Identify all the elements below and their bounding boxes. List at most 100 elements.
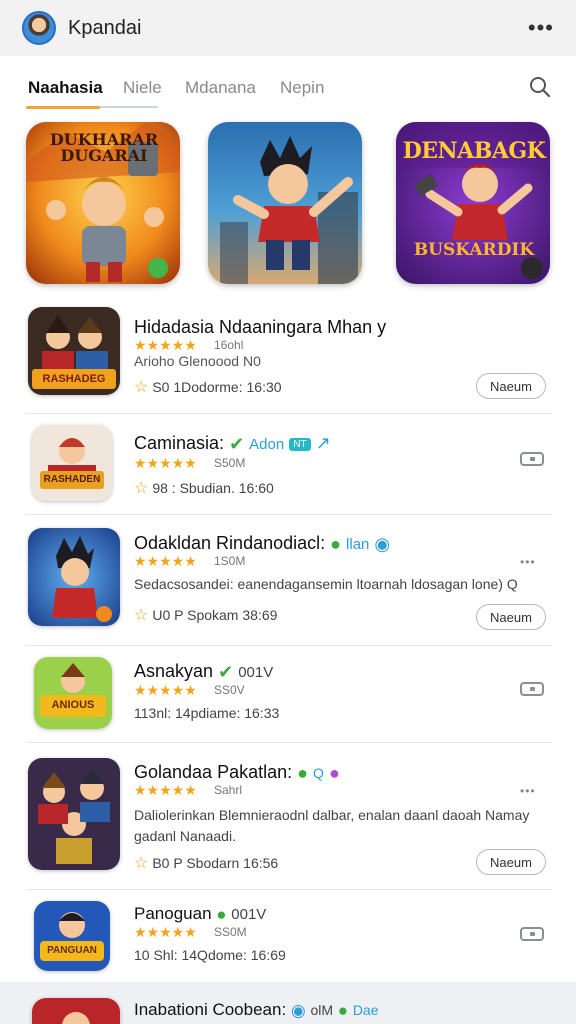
app-name: Caminasia: ✔ Adon NT ↗ — [134, 433, 331, 455]
list-item[interactable]: RASHADEN Caminasia: ✔ Adon NT ↗ ★★★★★ S5… — [0, 414, 576, 514]
tab-mdanana[interactable]: Mdanana — [185, 78, 256, 98]
featured-card-1-title: DUKHARAR DUGARAI — [49, 130, 159, 165]
tab-nepin[interactable]: Nepin — [280, 78, 324, 98]
app-subtitle: Arioho Glenoood N0 — [134, 353, 261, 369]
star-rating: ★★★★★ — [134, 553, 197, 569]
app-name: Golandaa Pakatlan: ● Q ● — [134, 762, 340, 784]
share-icon: ◉ — [374, 533, 391, 554]
app-meta: 10 Shl: 14Qdome: 16:69 — [134, 947, 286, 963]
app-tag: Adon — [249, 436, 285, 453]
app-meta: ☆ B0 P Sbodarn 16:56 — [134, 853, 278, 873]
expand-icon: ↗ — [315, 433, 331, 453]
verified-icon: ✔ — [229, 433, 245, 454]
app-tag-2: Dae — [352, 1002, 379, 1018]
featured-game-card-2[interactable] — [208, 122, 362, 284]
star-rating: ★★★★★ — [134, 337, 197, 353]
list-item[interactable]: PANGUAN Panoguan ● 001V ★★★★★ SS0M 10 Sh… — [0, 890, 576, 982]
app-tag: 001V — [231, 906, 267, 923]
game-icon: PANGUAN — [34, 901, 110, 971]
install-button[interactable]: Naeum — [476, 849, 546, 875]
star-rating: ★★★★★ — [134, 455, 197, 471]
featured-game-card-3[interactable]: DENABAGK BUSKARDIK — [396, 122, 550, 284]
game-icon-text: ANIOUS — [51, 699, 95, 711]
app-name: Hidadasia Ndaaningara Mhan y — [134, 317, 387, 337]
meta-text: S0 1Dodorme: 16:30 — [152, 379, 282, 395]
app-name-text: Inabationi Coobean: — [134, 1000, 287, 1019]
app-tag: Q — [313, 765, 324, 781]
app-tag: olM — [310, 1002, 334, 1018]
app-meta: ☆ S0 1Dodorme: 16:30 — [134, 377, 282, 397]
app-meta: ☆ U0 P Spokam 38:69 — [134, 605, 277, 625]
more-options-icon[interactable]: ••• — [520, 784, 536, 798]
star-rating: ★★★★★ — [134, 682, 197, 698]
tab-bar: Naahasia Niele Mdanana Nepin — [0, 66, 576, 109]
game-icon: RASHADEN — [32, 425, 112, 501]
verified-icon: ● — [216, 904, 227, 924]
share-icon: ● — [328, 762, 340, 783]
app-name-text: Panoguan — [134, 904, 212, 923]
rating-count: SS0M — [214, 925, 247, 939]
globe-icon: ◉ — [290, 1000, 306, 1020]
app-name-text: Caminasia: — [134, 433, 225, 453]
app-name-text: Golandaa Pakatlan: — [134, 762, 293, 782]
featured-card-3-title: DENABAGK — [402, 138, 546, 164]
featured-card-3-subtitle: BUSKARDIK — [413, 240, 535, 260]
app-tag: 001V — [238, 664, 274, 681]
featured-game-card-1[interactable]: DUKHARAR DUGARAI — [26, 122, 180, 284]
game-icon: RASHADEG — [28, 307, 120, 395]
more-options-icon[interactable]: ••• — [520, 555, 536, 569]
app-title: Kpandai — [68, 16, 142, 39]
toggle-icon[interactable] — [520, 682, 544, 696]
rating-count: 1S0M — [214, 554, 246, 568]
star-rating: ★★★★★ — [134, 924, 197, 940]
game-icon — [28, 528, 120, 626]
list-item[interactable]: Golandaa Pakatlan: ● Q ● ★★★★★ Sahrl •••… — [0, 743, 576, 889]
game-icon-text: RASHADEN — [43, 474, 101, 485]
app-name: Odakldan Rindanodiacl: ● llan ◉ — [134, 533, 390, 555]
tab-naahasia[interactable]: Naahasia — [28, 78, 103, 98]
new-badge-icon: NT — [289, 437, 311, 451]
avatar[interactable] — [22, 11, 56, 45]
tab-divider — [100, 106, 158, 108]
more-options-icon[interactable]: ••• — [528, 17, 554, 39]
app-meta: 113nl: 14pdiame: 16:33 — [134, 705, 280, 721]
star-icon: ☆ — [134, 480, 149, 497]
rating-count: S50M — [214, 456, 246, 470]
tab-niele[interactable]: Niele — [123, 78, 162, 98]
app-name: Panoguan ● 001V — [134, 904, 266, 925]
meta-text: B0 P Sbodarn 16:56 — [152, 855, 279, 871]
app-description: Daliolerinkan Blemnieraodnl dalbar, enal… — [134, 807, 530, 844]
verified-icon: ● — [297, 762, 309, 783]
game-icon: ANIOUS — [34, 657, 112, 729]
verified-icon: ● — [330, 533, 342, 554]
meta-text: U0 P Spokam 38:69 — [152, 607, 278, 623]
app-name-text: Asnakyan — [134, 661, 214, 681]
install-button[interactable]: Naeum — [476, 373, 546, 399]
search-icon[interactable] — [529, 76, 551, 98]
app-name-text: Odakldan Rindanodiacl: — [134, 533, 326, 553]
meta-text: 98 : Sbudian. 16:60 — [152, 480, 274, 496]
app-tag: llan — [346, 536, 370, 553]
app-description: Sedacsosandei: eanendagansemin ltoarnah … — [134, 576, 518, 592]
app-meta: ☆ 98 : Sbudian. 16:60 — [134, 478, 274, 498]
toggle-icon[interactable] — [520, 927, 544, 941]
install-button[interactable]: Naeum — [476, 604, 546, 630]
list-item[interactable]: Odakldan Rindanodiacl: ● llan ◉ ★★★★★ 1S… — [0, 515, 576, 645]
game-icon — [28, 758, 120, 870]
verified-icon: ● — [337, 1000, 349, 1020]
rating-count: Sahrl — [214, 783, 243, 797]
toggle-icon[interactable] — [520, 452, 544, 466]
app-name: Inabationi Coobean: ◉ olM ● Dae — [134, 1000, 379, 1021]
star-rating: ★★★★★ — [134, 782, 197, 798]
list-item[interactable]: ANIOUS Asnakyan ✔ 001V ★★★★★ SS0V 113nl:… — [0, 646, 576, 742]
rating-count: 16ohl — [214, 338, 244, 352]
verified-icon: ✔ — [218, 661, 234, 682]
star-icon: ☆ — [134, 379, 149, 396]
partial-list-item[interactable]: Inabationi Coobean: ◉ olM ● Dae — [0, 982, 576, 1024]
app-header: Kpandai ••• — [0, 0, 576, 56]
active-tab-indicator — [26, 106, 100, 109]
game-icon — [32, 998, 120, 1024]
rating-count: SS0V — [214, 683, 245, 697]
game-icon-text: RASHADEG — [42, 373, 106, 385]
list-item[interactable]: RASHADEG Hidadasia Ndaaningara Mhan y ★★… — [0, 300, 576, 414]
